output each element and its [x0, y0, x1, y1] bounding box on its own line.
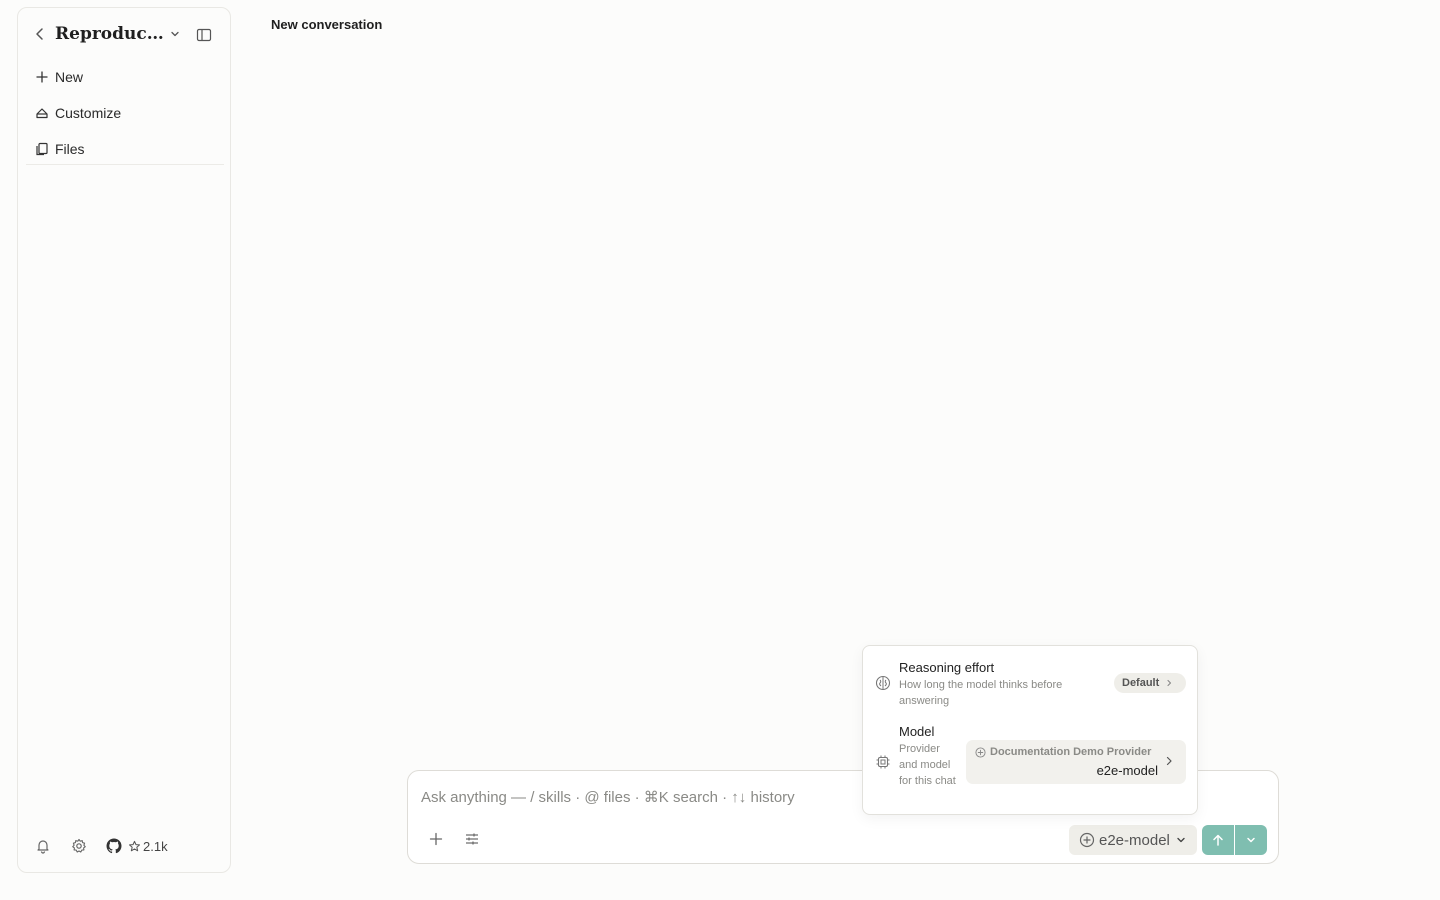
github-link[interactable]: 2.1k: [106, 834, 168, 858]
chip-icon: [876, 755, 890, 769]
brain-icon: [875, 675, 891, 691]
sidebar-footer: 2.1k: [18, 822, 230, 872]
model-provider-name: Documentation Demo Provider: [990, 746, 1152, 758]
sidebar: Reproducibl... New Customize Files: [17, 7, 231, 873]
chevron-down-icon[interactable]: [169, 28, 181, 40]
chevron-right-icon: [1167, 679, 1172, 687]
reasoning-effort-description: How long the model thinks before answeri…: [899, 679, 1063, 707]
bell-icon[interactable]: [35, 838, 51, 854]
chevron-down-icon: [1177, 837, 1185, 843]
plus-icon[interactable]: [428, 831, 444, 847]
model-description: Provider and model for this chat: [899, 743, 956, 787]
sliders-icon[interactable]: [464, 831, 480, 847]
nav-customize-label: Customize: [55, 105, 122, 121]
reasoning-effort-title: Reasoning effort: [899, 660, 995, 675]
chevron-down-icon: [1247, 837, 1255, 843]
reasoning-effort-select[interactable]: Default: [1114, 673, 1186, 693]
star-icon: [128, 840, 141, 851]
page-title: New conversation: [271, 17, 383, 32]
gear-icon[interactable]: [71, 838, 87, 854]
send-options-button[interactable]: [1235, 825, 1267, 855]
model-selector-button[interactable]: e2e-model: [1069, 825, 1197, 855]
nav-customize[interactable]: Customize: [26, 98, 224, 128]
github-icon: [106, 838, 122, 854]
model-name: e2e-model: [1096, 763, 1158, 778]
send-button[interactable]: [1202, 825, 1234, 855]
chevron-right-icon: [1166, 756, 1172, 766]
sidebar-header: Reproducibl...: [18, 8, 230, 62]
reasoning-effort-value: Default: [1122, 677, 1160, 689]
model-selector-label: e2e-model: [1099, 831, 1170, 849]
plus-icon: [35, 70, 49, 84]
nav-files[interactable]: Files: [26, 134, 224, 164]
project-title[interactable]: Reproducibl...: [55, 24, 169, 44]
model-icon: [975, 747, 986, 758]
arrow-up-icon: [1213, 834, 1223, 846]
nav-files-label: Files: [55, 141, 85, 157]
sidebar-toggle-icon[interactable]: [196, 27, 212, 43]
chat-settings-popover: Reasoning effort How long the model thin…: [862, 645, 1198, 815]
palette-icon: [35, 106, 49, 120]
files-icon: [35, 142, 49, 156]
model-icon: [1079, 832, 1095, 848]
nav-new-label: New: [55, 69, 84, 85]
sidebar-divider: [26, 164, 224, 165]
model-picker[interactable]: Documentation Demo Provider e2e-model: [966, 740, 1186, 784]
model-title: Model: [899, 724, 935, 739]
chevron-left-icon[interactable]: [32, 26, 48, 42]
github-stars-count: 2.1k: [143, 838, 168, 854]
nav-new[interactable]: New: [26, 62, 224, 92]
